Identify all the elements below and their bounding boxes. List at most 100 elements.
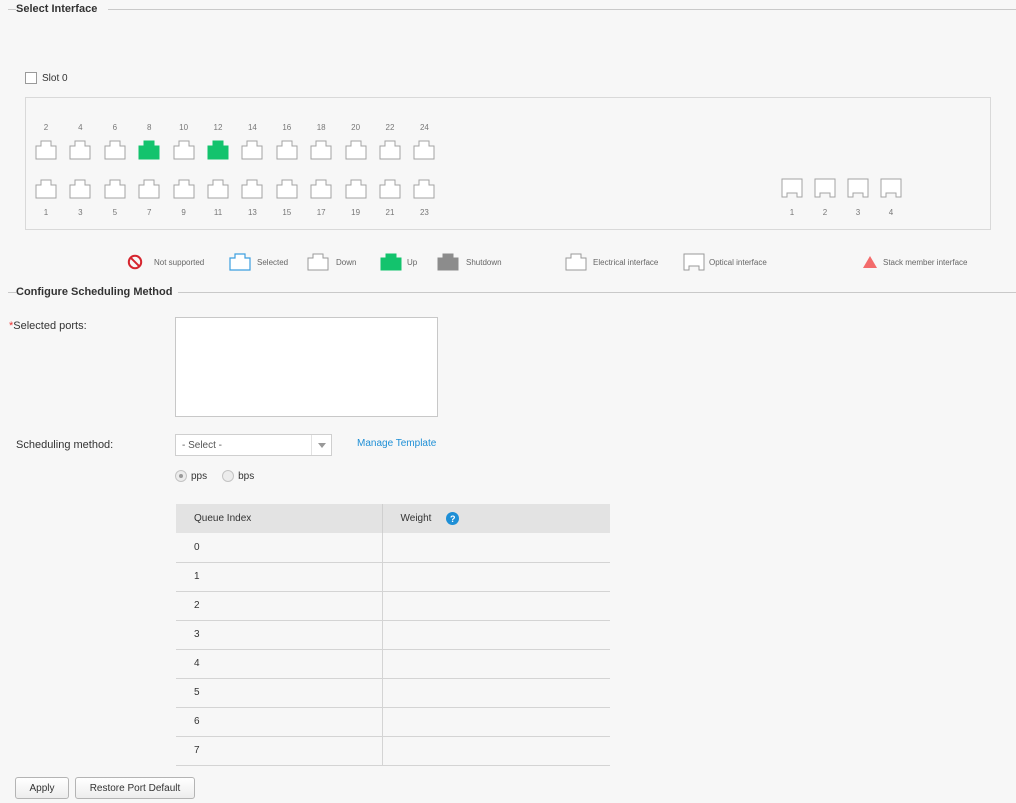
- shutdown-port-icon: [437, 253, 459, 271]
- optical-port-icon: [847, 178, 869, 198]
- ethernet-port-icon: [173, 179, 195, 199]
- weight-cell[interactable]: [382, 736, 610, 766]
- bottom-port-11[interactable]: [207, 179, 229, 202]
- top-port-14[interactable]: [241, 140, 263, 163]
- top-port-8[interactable]: [138, 140, 160, 163]
- legend-shutdown-label: Shutdown: [466, 257, 502, 267]
- optical-port-row: [781, 178, 911, 202]
- ethernet-port-icon: [413, 179, 435, 199]
- weight-cell[interactable]: [382, 562, 610, 592]
- selected-ports-field[interactable]: [175, 317, 438, 417]
- optical-port-1[interactable]: [781, 178, 803, 201]
- queue-index-cell: 6: [176, 707, 383, 737]
- optical-port-3[interactable]: [847, 178, 869, 201]
- legend-up: Up: [380, 253, 417, 271]
- top-port-6[interactable]: [104, 140, 126, 163]
- bottom-port-3[interactable]: [69, 179, 91, 202]
- optical-port-number: 4: [888, 208, 894, 217]
- optical-interface-icon: [683, 253, 705, 271]
- queue-index-cell: 7: [176, 736, 383, 766]
- top-port-24[interactable]: [413, 140, 435, 163]
- electrical-interface-icon: [565, 253, 587, 271]
- top-port-16[interactable]: [276, 140, 298, 163]
- configure-scheduling-title: Configure Scheduling Method: [16, 286, 187, 298]
- top-port-10[interactable]: [173, 140, 195, 163]
- ethernet-port-icon: [241, 140, 263, 160]
- legend-optical-label: Optical interface: [709, 257, 767, 267]
- top-port-row: [35, 140, 435, 162]
- ethernet-port-icon: [310, 179, 332, 199]
- bottom-port-23[interactable]: [413, 179, 435, 202]
- top-port-2[interactable]: [35, 140, 57, 163]
- top-port-number: 8: [146, 123, 152, 132]
- optical-port-icon: [814, 178, 836, 198]
- ethernet-port-icon: [276, 140, 298, 160]
- select-interface-title: Select Interface: [16, 3, 112, 15]
- bottom-port-number: 17: [316, 208, 326, 217]
- weight-cell[interactable]: [382, 707, 610, 737]
- table-row: 1: [176, 562, 610, 592]
- slot-0-checkbox[interactable]: [25, 72, 37, 84]
- top-port-number: 14: [247, 123, 257, 132]
- top-port-number: 16: [282, 123, 292, 132]
- optical-port-4[interactable]: [880, 178, 902, 201]
- top-port-numbers: 2 4 6 8 10 12 14 16 18 20 22 24: [35, 123, 435, 133]
- top-port-22[interactable]: [379, 140, 401, 163]
- ethernet-port-icon: [207, 179, 229, 199]
- bottom-port-21[interactable]: [379, 179, 401, 202]
- pps-radio[interactable]: [175, 470, 187, 482]
- ethernet-port-icon: [379, 140, 401, 160]
- ethernet-port-icon: [69, 179, 91, 199]
- chevron-down-icon[interactable]: [311, 435, 331, 455]
- weight-cell[interactable]: [382, 533, 610, 563]
- weight-cell[interactable]: [382, 649, 610, 679]
- bottom-port-1[interactable]: [35, 179, 57, 202]
- optical-port-icon: [880, 178, 902, 198]
- table-row: 4: [176, 649, 610, 679]
- bottom-port-number: 1: [43, 208, 49, 217]
- bottom-port-13[interactable]: [241, 179, 263, 202]
- bottom-port-number: 15: [282, 208, 292, 217]
- ethernet-port-icon: [276, 179, 298, 199]
- bottom-port-number: 19: [351, 208, 361, 217]
- top-port-20[interactable]: [345, 140, 367, 163]
- bottom-port-19[interactable]: [345, 179, 367, 202]
- down-port-icon: [307, 253, 329, 271]
- bottom-port-9[interactable]: [173, 179, 195, 202]
- up-port-icon: [380, 253, 402, 271]
- top-port-18[interactable]: [310, 140, 332, 163]
- help-icon[interactable]: ?: [446, 512, 460, 525]
- scheduling-method-select[interactable]: - Select -: [175, 434, 332, 456]
- queue-index-cell: 2: [176, 591, 383, 621]
- bps-radio[interactable]: [222, 470, 235, 482]
- top-port-4[interactable]: [69, 140, 91, 163]
- weight-cell[interactable]: [382, 591, 610, 621]
- top-port-number: 6: [112, 123, 118, 132]
- ethernet-port-icon: [173, 140, 195, 160]
- bottom-port-7[interactable]: [138, 179, 160, 202]
- ethernet-port-icon: [35, 179, 57, 199]
- slot-0-checkbox-row[interactable]: Slot 0: [25, 72, 68, 84]
- bottom-port-17[interactable]: [310, 179, 332, 202]
- bottom-port-number: 21: [385, 208, 395, 217]
- bottom-port-number: 23: [419, 208, 429, 217]
- apply-button[interactable]: Apply: [15, 777, 69, 799]
- manage-template-link[interactable]: Manage Template: [357, 438, 436, 449]
- optical-port-2[interactable]: [814, 178, 836, 201]
- optical-port-numbers: 1 2 3 4: [781, 208, 911, 218]
- bottom-port-15[interactable]: [276, 179, 298, 202]
- table-row: 5: [176, 678, 610, 708]
- table-row: 7: [176, 736, 610, 766]
- ethernet-port-icon: [138, 179, 160, 199]
- legend-stack-member: Stack member interface: [863, 256, 967, 268]
- legend-up-label: Up: [407, 257, 418, 267]
- top-port-12[interactable]: [207, 140, 229, 163]
- bottom-port-number: 13: [247, 208, 257, 217]
- ethernet-port-icon: [104, 179, 126, 199]
- weight-cell[interactable]: [382, 678, 610, 708]
- weight-cell[interactable]: [382, 620, 610, 650]
- bps-label: bps: [238, 470, 255, 482]
- bottom-port-5[interactable]: [104, 179, 126, 202]
- restore-port-default-button[interactable]: Restore Port Default: [75, 777, 195, 799]
- stack-member-icon: [863, 256, 877, 268]
